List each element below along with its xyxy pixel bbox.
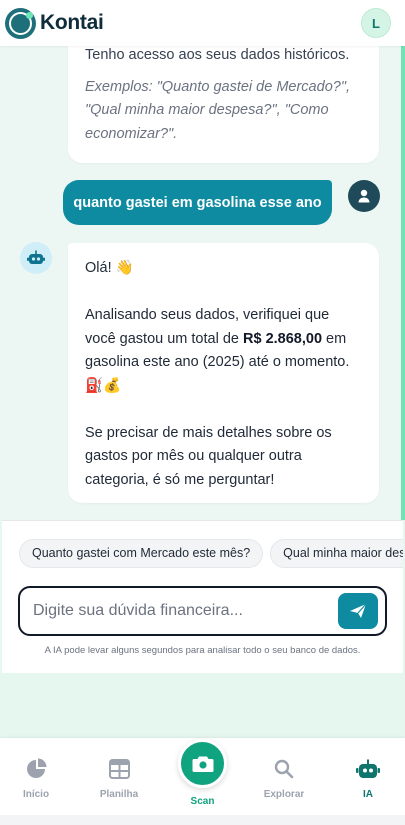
bot-analysis: Analisando seus dados, verifiquei que vo…	[85, 307, 350, 370]
suggestion-chip[interactable]: Qual minha maior despesa?	[270, 539, 403, 568]
composer-panel: Quanto gastei com Mercado este mês? Qual …	[2, 520, 403, 673]
logo-icon	[5, 7, 36, 39]
nav-item-inicio[interactable]: Início	[1, 738, 71, 815]
ai-disclaimer: A IA pode levar alguns segundos para ana…	[44, 645, 361, 656]
scan-label: Scan	[190, 796, 215, 807]
nav-label: Início	[22, 789, 50, 800]
bot-greeting: Olá! 👋	[85, 260, 134, 276]
search-icon	[274, 758, 294, 780]
nav-label: Explorar	[263, 789, 305, 800]
nav-label: Planilha	[99, 789, 139, 800]
message-input-box	[18, 586, 387, 636]
brand-name: Kontai	[40, 11, 104, 34]
nav-item-ia[interactable]: IA	[333, 738, 403, 815]
scroll-indicator	[401, 46, 405, 520]
bot-message-reply: Olá! 👋 Analisando seus dados, verifiquei…	[68, 243, 379, 503]
scan-button[interactable]	[178, 739, 227, 788]
nav-label: IA	[363, 789, 373, 800]
bot-message-intro: Tenho acesso aos seus dados históricos. …	[68, 46, 379, 163]
send-button[interactable]	[338, 593, 378, 629]
logo[interactable]: Kontai	[5, 7, 104, 39]
bottom-bar	[0, 815, 405, 825]
bot-intro-examples: Exemplos: "Quanto gastei de Mercado?", "…	[85, 78, 350, 142]
chat-area[interactable]: Tenho acesso aos seus dados históricos. …	[0, 46, 405, 520]
camera-icon	[192, 756, 213, 772]
nav-item-planilha[interactable]: Planilha	[84, 738, 154, 815]
nav-item-explorar[interactable]: Explorar	[249, 738, 319, 815]
user-avatar[interactable]: L	[361, 8, 391, 38]
bot-avatar-icon	[20, 242, 52, 274]
bot-intro-text: Tenho acesso aos seus dados históricos.	[85, 47, 350, 63]
message-input[interactable]	[33, 596, 338, 626]
user-avatar-icon	[348, 180, 380, 212]
robot-icon	[356, 758, 380, 780]
send-icon	[350, 603, 367, 618]
app-header: Kontai L	[0, 0, 405, 46]
spent-amount: R$ 2.868,00	[243, 330, 323, 347]
suggestion-chip[interactable]: Quanto gastei com Mercado este mês?	[19, 539, 264, 568]
bot-emojis: ⛽💰	[85, 377, 122, 394]
bot-closing: Se precisar de mais detalhes sobre os ga…	[85, 424, 332, 488]
pie-chart-icon	[25, 758, 47, 780]
suggestion-chips: Quanto gastei com Mercado este mês? Qual …	[19, 539, 403, 569]
table-icon	[108, 758, 130, 780]
user-message: quanto gastei em gasolina esse ano	[63, 180, 332, 225]
